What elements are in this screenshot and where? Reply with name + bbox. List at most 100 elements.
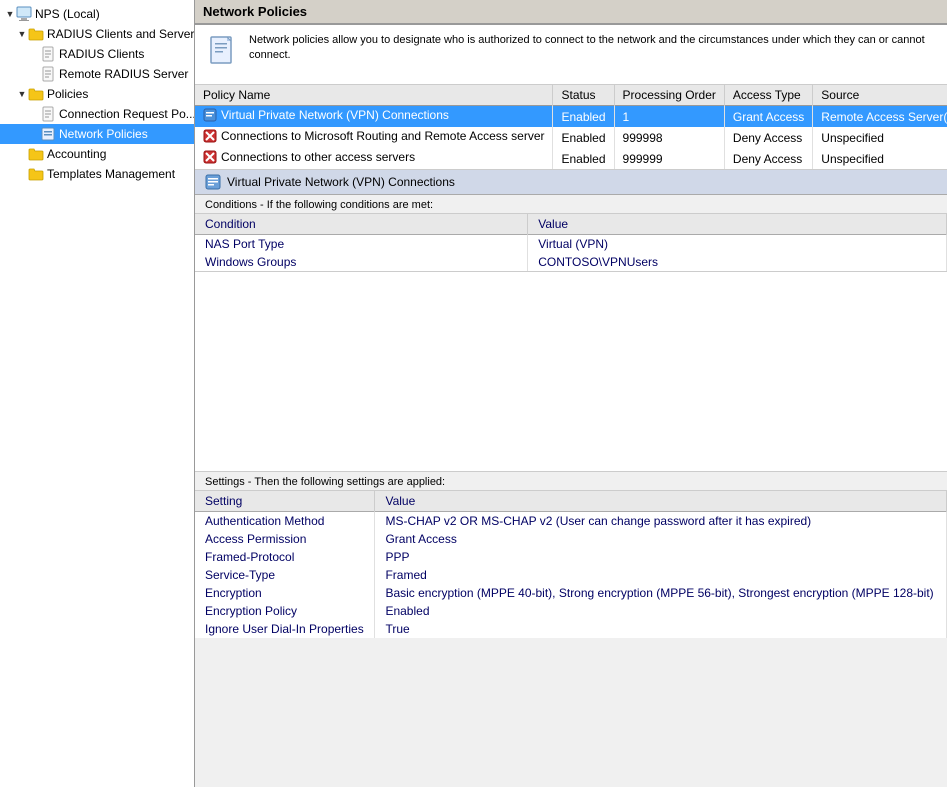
setting-value-cell: Basic encryption (MPPE 40-bit), Strong e… <box>375 584 947 602</box>
row-icon: Connections to Microsoft Routing and Rem… <box>203 129 544 143</box>
setting-name-cell: Encryption Policy <box>195 602 375 620</box>
sidebar-item-label-network-policies: Network Policies <box>59 127 148 141</box>
sidebar-item-label-radius-clients-servers: RADIUS Clients and Servers <box>47 27 195 41</box>
policy-name-cell: Connections to Microsoft Routing and Rem… <box>195 127 553 148</box>
sidebar-item-label-templates-management: Templates Management <box>47 167 175 181</box>
expand-icon-connection-request-po <box>28 108 40 120</box>
col-source: Source <box>813 85 947 106</box>
policy-name-cell: Connections to other access servers <box>195 148 553 169</box>
conditions-table-header: Condition Value <box>195 214 947 235</box>
expand-icon-accounting <box>16 148 28 160</box>
setting-row: Access PermissionGrant Access <box>195 530 947 548</box>
panel-title: Network Policies <box>203 4 307 19</box>
sidebar-item-remote-radius-server[interactable]: Remote RADIUS Server <box>0 64 194 84</box>
left-navigation-panel: ▼ NPS (Local)▼ RADIUS Clients and Server… <box>0 0 195 787</box>
detail-section: Virtual Private Network (VPN) Connection… <box>195 170 947 787</box>
table-row[interactable]: Connections to Microsoft Routing and Rem… <box>195 127 947 148</box>
sidebar-item-label-nps-local: NPS (Local) <box>35 7 100 21</box>
sidebar-item-label-radius-clients: RADIUS Clients <box>59 47 144 61</box>
col-access-type: Access Type <box>724 85 812 106</box>
sidebar-item-network-policies[interactable]: Network Policies <box>0 124 194 144</box>
expand-icon-remote-radius-server <box>28 68 40 80</box>
policy-access-type-cell: Grant Access <box>724 106 812 128</box>
settings-table: Setting Value Authentication MethodMS-CH… <box>195 491 947 638</box>
setting-name-cell: Ignore User Dial-In Properties <box>195 620 375 638</box>
policy-processing-order-cell: 999999 <box>614 148 724 169</box>
sidebar-item-connection-request-po[interactable]: Connection Request Po... <box>0 104 194 124</box>
setting-name-cell: Encryption <box>195 584 375 602</box>
item-icon-connection-request-po <box>40 106 56 122</box>
sidebar-item-templates-management[interactable]: Templates Management <box>0 164 194 184</box>
expand-icon-templates-management <box>16 168 28 180</box>
detail-policy-icon <box>205 174 221 190</box>
sidebar-item-radius-clients[interactable]: RADIUS Clients <box>0 44 194 64</box>
panel-header: Network Policies <box>195 0 947 25</box>
sidebar-item-policies[interactable]: ▼ Policies <box>0 84 194 104</box>
setting-row: Authentication MethodMS-CHAP v2 OR MS-CH… <box>195 512 947 531</box>
item-icon-remote-radius-server <box>40 66 56 82</box>
setting-row: Framed-ProtocolPPP <box>195 548 947 566</box>
policy-access-type-cell: Deny Access <box>724 127 812 148</box>
condition-cell: NAS Port Type <box>195 235 528 254</box>
setting-value-cell: Enabled <box>375 602 947 620</box>
col-policy-name: Policy Name <box>195 85 553 106</box>
expand-icon-nps-local: ▼ <box>4 8 16 20</box>
policies-table-body: Virtual Private Network (VPN) Connection… <box>195 106 947 170</box>
setting-value-cell: True <box>375 620 947 638</box>
policy-processing-order-cell: 999998 <box>614 127 724 148</box>
item-icon-nps-local <box>16 6 32 22</box>
conditions-table-body: NAS Port TypeVirtual (VPN)Windows Groups… <box>195 235 947 272</box>
col-condition: Condition <box>195 214 528 235</box>
setting-row: Ignore User Dial-In PropertiesTrue <box>195 620 947 638</box>
condition-cell: Windows Groups <box>195 253 528 271</box>
expand-icon-policies: ▼ <box>16 88 28 100</box>
conditions-label: Conditions - If the following conditions… <box>195 195 947 214</box>
policy-name-cell: Virtual Private Network (VPN) Connection… <box>195 106 553 128</box>
policies-table-section: Policy Name Status Processing Order Acce… <box>195 85 947 170</box>
setting-name-cell: Framed-Protocol <box>195 548 375 566</box>
setting-value-cell: Grant Access <box>375 530 947 548</box>
sidebar-item-accounting[interactable]: Accounting <box>0 144 194 164</box>
setting-name-cell: Authentication Method <box>195 512 375 531</box>
conditions-table-wrap: Condition Value NAS Port TypeVirtual (VP… <box>195 214 947 272</box>
col-processing-order: Processing Order <box>614 85 724 106</box>
conditions-table: Condition Value NAS Port TypeVirtual (VP… <box>195 214 947 271</box>
sidebar-item-label-connection-request-po: Connection Request Po... <box>59 107 195 121</box>
col-condition-value: Value <box>528 214 947 235</box>
settings-table-wrap: Setting Value Authentication MethodMS-CH… <box>195 491 947 638</box>
sidebar-item-label-accounting: Accounting <box>47 147 106 161</box>
table-row[interactable]: Connections to other access servers Enab… <box>195 148 947 169</box>
setting-row: EncryptionBasic encryption (MPPE 40-bit)… <box>195 584 947 602</box>
item-icon-accounting <box>28 146 44 162</box>
item-icon-policies <box>28 86 44 102</box>
row-icon: Connections to other access servers <box>203 150 415 164</box>
sidebar-item-label-policies: Policies <box>47 87 88 101</box>
setting-name-cell: Access Permission <box>195 530 375 548</box>
condition-value-cell: CONTOSO\VPNUsers <box>528 253 947 271</box>
expand-icon-radius-clients-servers: ▼ <box>16 28 28 40</box>
right-content-panel: Network Policies Network policies allow … <box>195 0 947 787</box>
settings-table-body: Authentication MethodMS-CHAP v2 OR MS-CH… <box>195 512 947 639</box>
settings-table-header: Setting Value <box>195 491 947 512</box>
policy-processing-order-cell: 1 <box>614 106 724 128</box>
expand-icon-network-policies <box>28 128 40 140</box>
item-icon-templates-management <box>28 166 44 182</box>
setting-value-cell: Framed <box>375 566 947 584</box>
setting-value-cell: PPP <box>375 548 947 566</box>
col-setting: Setting <box>195 491 375 512</box>
sidebar-item-nps-local[interactable]: ▼ NPS (Local) <box>0 4 194 24</box>
settings-label: Settings - Then the following settings a… <box>195 472 947 491</box>
policy-access-type-cell: Deny Access <box>724 148 812 169</box>
policy-source-cell: Remote Access Server(VPN-Dial up) <box>813 106 947 128</box>
item-icon-radius-clients-servers <box>28 26 44 42</box>
col-status: Status <box>553 85 614 106</box>
row-icon: Virtual Private Network (VPN) Connection… <box>203 108 449 122</box>
sidebar-item-radius-clients-servers[interactable]: ▼ RADIUS Clients and Servers <box>0 24 194 44</box>
policy-status-cell: Enabled <box>553 148 614 169</box>
conditions-empty-area <box>195 272 947 472</box>
policy-status-cell: Enabled <box>553 127 614 148</box>
table-row[interactable]: Virtual Private Network (VPN) Connection… <box>195 106 947 128</box>
expand-icon-radius-clients <box>28 48 40 60</box>
setting-value-cell: MS-CHAP v2 OR MS-CHAP v2 (User can chang… <box>375 512 947 531</box>
detail-header: Virtual Private Network (VPN) Connection… <box>195 170 947 195</box>
